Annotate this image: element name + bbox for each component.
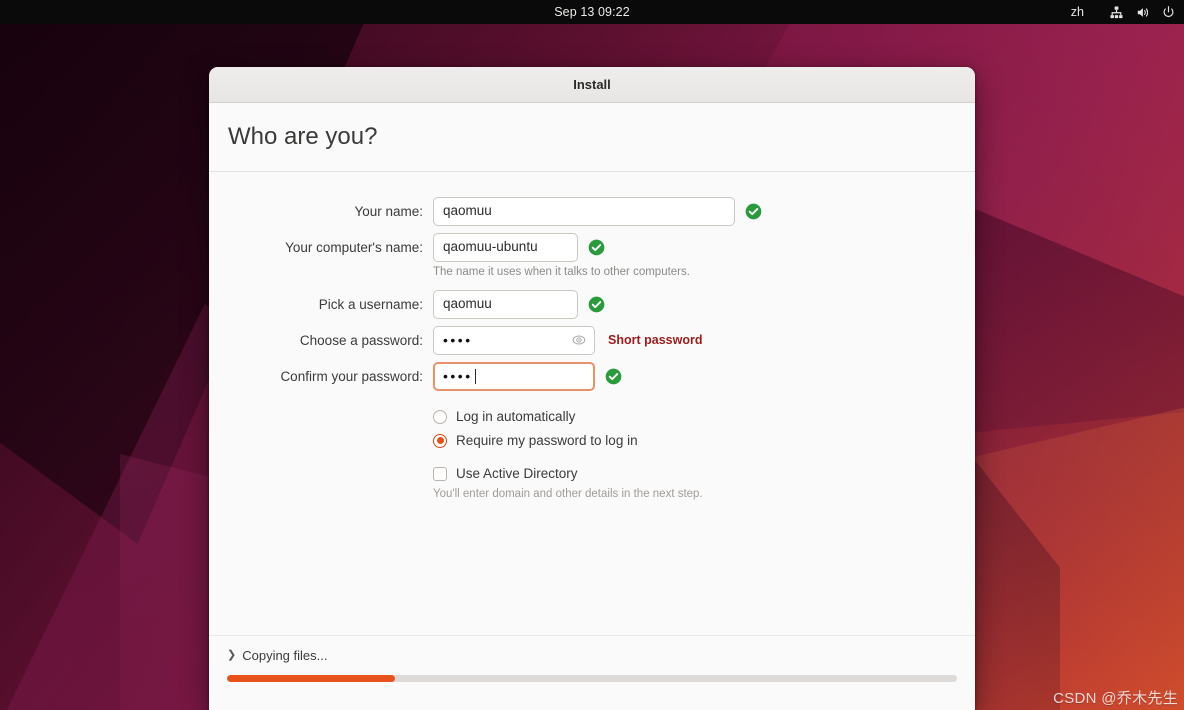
- computer-name-value: qaomuu-ubuntu: [443, 239, 538, 255]
- confirm-password-input[interactable]: ••••: [433, 361, 595, 391]
- computer-name-hint: The name it uses when it talks to other …: [433, 266, 690, 278]
- language-indicator[interactable]: zh: [1071, 5, 1098, 19]
- progress-bar-fill: [227, 675, 395, 682]
- field-label: Your name:: [354, 203, 423, 219]
- power-icon[interactable]: [1161, 5, 1176, 20]
- watermark-text: CSDN @乔木先生: [1053, 690, 1178, 707]
- option-label: Require my password to log in: [456, 433, 638, 448]
- clock-label[interactable]: Sep 13 09:22: [0, 0, 1184, 24]
- show-password-icon[interactable]: [572, 333, 586, 347]
- window-titlebar[interactable]: Install: [209, 67, 975, 103]
- volume-icon[interactable]: [1135, 5, 1150, 20]
- valid-check-icon: [745, 203, 762, 219]
- install-progress-footer: ❯ Copying files...: [209, 635, 975, 710]
- field-control: qaomuu: [433, 196, 762, 226]
- field-label: Your computer's name:: [285, 239, 423, 255]
- page-title: Who are you?: [228, 123, 378, 150]
- radio-log-in-automatically[interactable]: [433, 409, 447, 424]
- option-log-in-automatically[interactable]: Log in automatically: [433, 405, 975, 428]
- field-row-your-name: Your name: qaomuu: [209, 194, 975, 228]
- your-name-value: qaomuu: [443, 203, 492, 219]
- option-label: Log in automatically: [456, 409, 576, 424]
- field-control: •••• Short password: [433, 325, 703, 355]
- password-input[interactable]: ••••: [433, 325, 595, 355]
- field-row-username: Pick a username: qaomuu: [209, 287, 975, 321]
- valid-check-icon: [588, 296, 605, 312]
- network-icon[interactable]: [1109, 5, 1124, 20]
- option-require-password[interactable]: Require my password to log in: [433, 429, 975, 452]
- install-status[interactable]: ❯ Copying files...: [227, 648, 975, 663]
- username-value: qaomuu: [443, 296, 492, 312]
- password-warning: Short password: [608, 333, 703, 347]
- field-control: qaomuu: [433, 289, 605, 319]
- field-label: Confirm your password:: [280, 368, 423, 384]
- page-content: Your name: qaomuu Your computer's name:: [209, 172, 975, 710]
- window-title: Install: [573, 77, 611, 92]
- option-label: Use Active Directory: [456, 466, 578, 481]
- field-label: Pick a username:: [318, 296, 423, 312]
- active-directory-hint: You'll enter domain and other details in…: [433, 488, 703, 500]
- field-control: qaomuu-ubuntu: [433, 232, 605, 262]
- desktop-screen: Sep 13 09:22 zh Install Who are you? You…: [0, 0, 1184, 710]
- system-top-bar: Sep 13 09:22 zh: [0, 0, 1184, 24]
- progress-bar: [227, 675, 957, 682]
- valid-check-icon: [605, 368, 622, 384]
- installer-window: Install Who are you? Your name: qaomuu Y…: [209, 67, 975, 710]
- radio-require-password[interactable]: [433, 433, 447, 448]
- chevron-right-icon[interactable]: ❯: [227, 650, 236, 661]
- field-label: Choose a password:: [299, 332, 423, 348]
- username-input[interactable]: qaomuu: [433, 289, 578, 319]
- your-name-input[interactable]: qaomuu: [433, 196, 735, 226]
- user-setup-form: Your name: qaomuu Your computer's name:: [209, 172, 975, 500]
- field-control: ••••: [433, 361, 622, 391]
- confirm-password-value: ••••: [443, 368, 473, 384]
- install-status-text: Copying files...: [242, 648, 328, 663]
- text-caret: [474, 368, 476, 384]
- field-row-computer-name: Your computer's name: qaomuu-ubuntu: [209, 230, 975, 264]
- option-use-active-directory[interactable]: Use Active Directory: [433, 462, 975, 485]
- valid-check-icon: [588, 239, 605, 255]
- page-header: Who are you?: [209, 103, 975, 172]
- password-value: ••••: [443, 332, 473, 348]
- computer-name-input[interactable]: qaomuu-ubuntu: [433, 232, 578, 262]
- field-row-confirm-password: Confirm your password: ••••: [209, 359, 975, 393]
- checkbox-active-directory[interactable]: [433, 466, 447, 481]
- system-tray: zh: [1071, 0, 1176, 24]
- login-options: Log in automatically Require my password…: [209, 405, 975, 500]
- field-row-password: Choose a password: •••• Short password: [209, 323, 975, 357]
